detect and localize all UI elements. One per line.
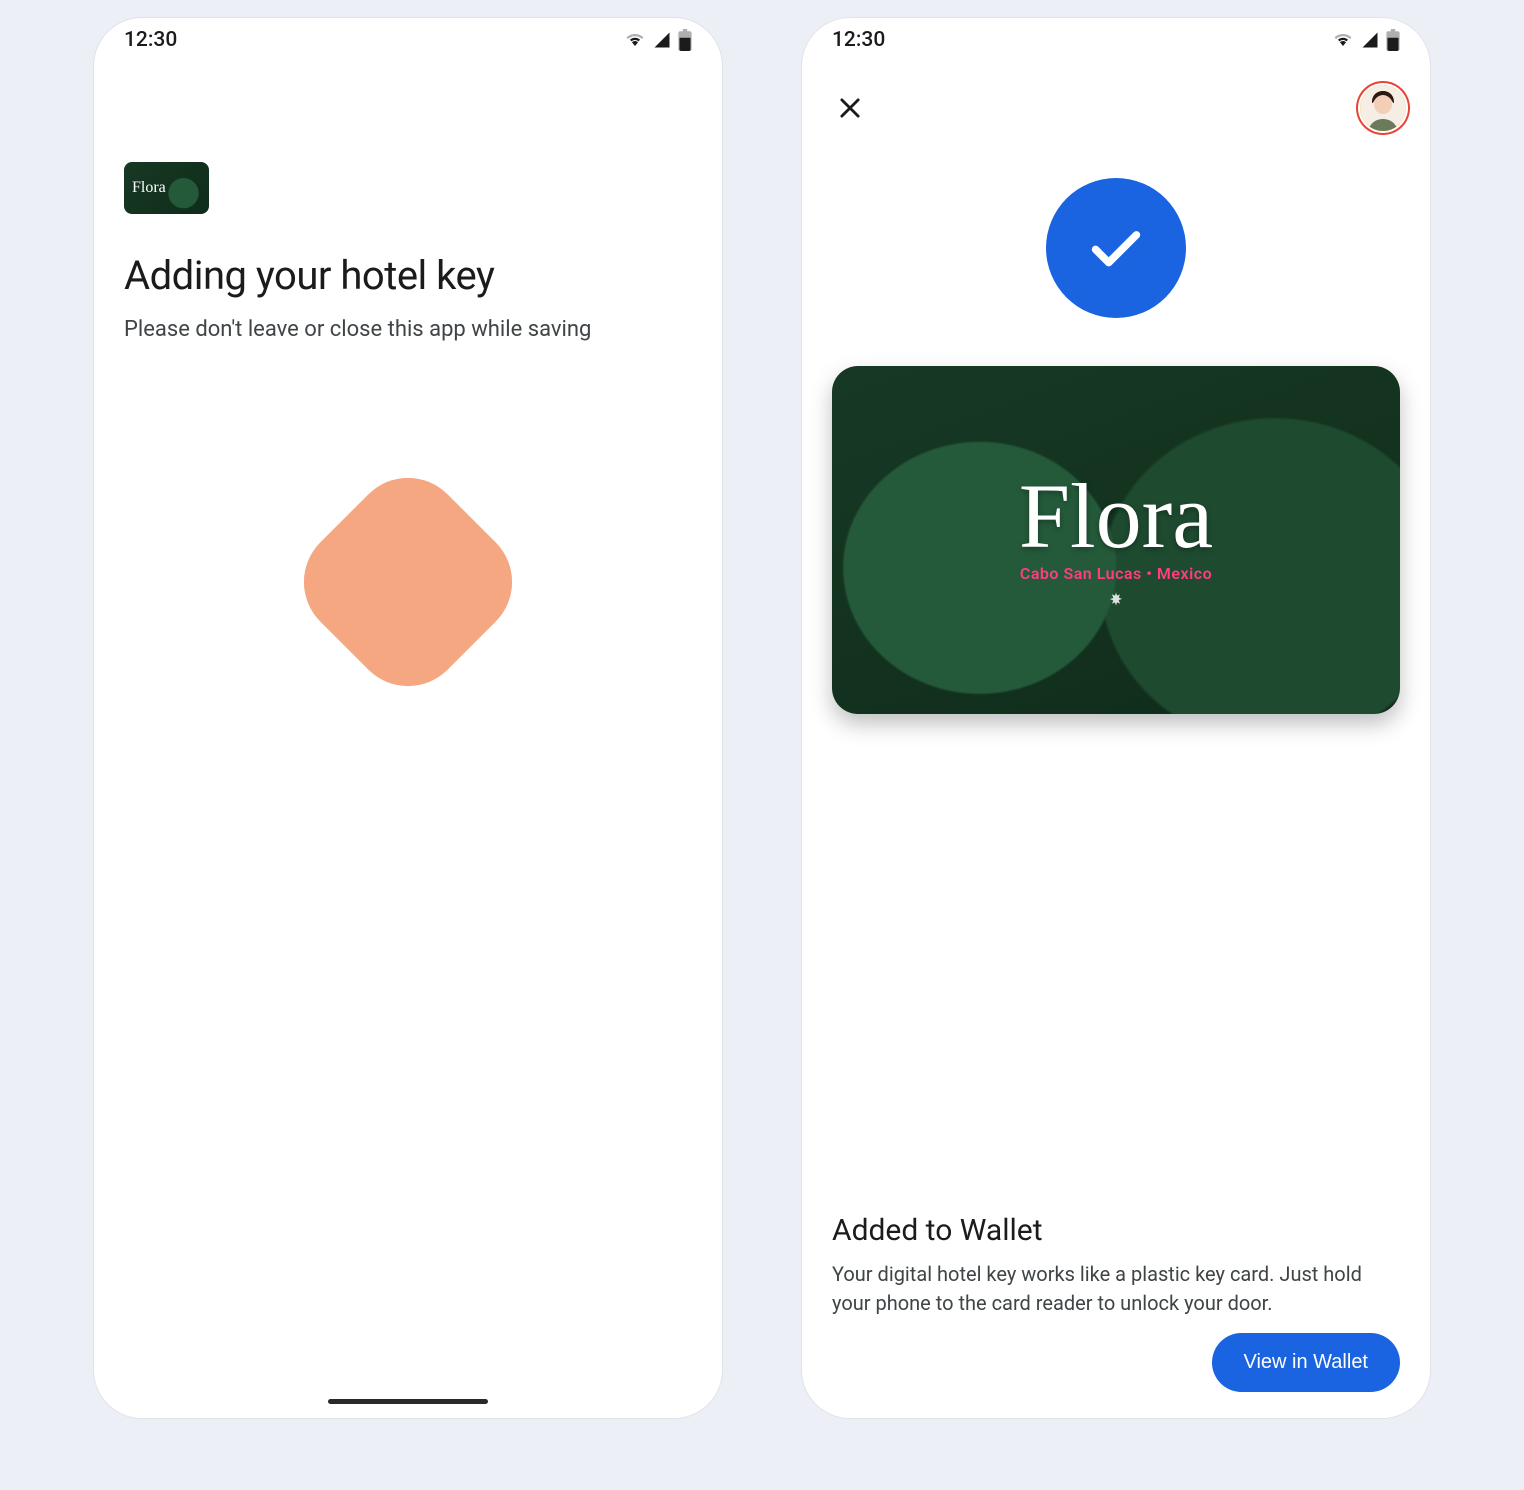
- hotel-key-thumbnail: Flora: [124, 162, 209, 214]
- cellular-icon: [1360, 31, 1380, 49]
- close-icon: [836, 94, 864, 122]
- phone-screen-loading: 12:30 Flora Adding your hotel key Please…: [94, 18, 722, 1418]
- loading-spinner-icon: [281, 455, 536, 710]
- close-button[interactable]: [826, 84, 874, 132]
- account-avatar[interactable]: [1360, 85, 1406, 131]
- wifi-icon: [1332, 31, 1354, 49]
- avatar-face-icon: [1360, 85, 1406, 131]
- wifi-icon: [624, 31, 646, 49]
- page-subtitle: Please don't leave or close this app whi…: [124, 317, 692, 342]
- status-bar: 12:30: [802, 18, 1430, 62]
- hotel-key-thumbnail-brand: Flora: [132, 179, 166, 197]
- sparkle-icon: [1108, 591, 1124, 611]
- phone-screen-success: 12:30: [802, 18, 1430, 1418]
- status-indicators: [1332, 29, 1400, 51]
- hotel-brand-logo: Flora: [1019, 470, 1213, 562]
- hotel-key-card[interactable]: Flora Cabo San Lucas • Mexico: [832, 366, 1400, 714]
- hotel-location: Cabo San Lucas • Mexico: [1020, 564, 1212, 583]
- home-indicator[interactable]: [328, 1399, 488, 1404]
- status-time: 12:30: [832, 28, 885, 52]
- view-in-wallet-button[interactable]: View in Wallet: [1212, 1333, 1401, 1392]
- success-description: Your digital hotel key works like a plas…: [832, 1260, 1400, 1318]
- page-title: Adding your hotel key: [124, 252, 692, 299]
- battery-icon: [1386, 29, 1400, 51]
- status-indicators: [624, 29, 692, 51]
- status-time: 12:30: [124, 28, 177, 52]
- cellular-icon: [652, 31, 672, 49]
- success-heading: Added to Wallet: [832, 1213, 1400, 1248]
- success-check-icon: [1046, 178, 1186, 318]
- status-bar: 12:30: [94, 18, 722, 62]
- battery-icon: [678, 29, 692, 51]
